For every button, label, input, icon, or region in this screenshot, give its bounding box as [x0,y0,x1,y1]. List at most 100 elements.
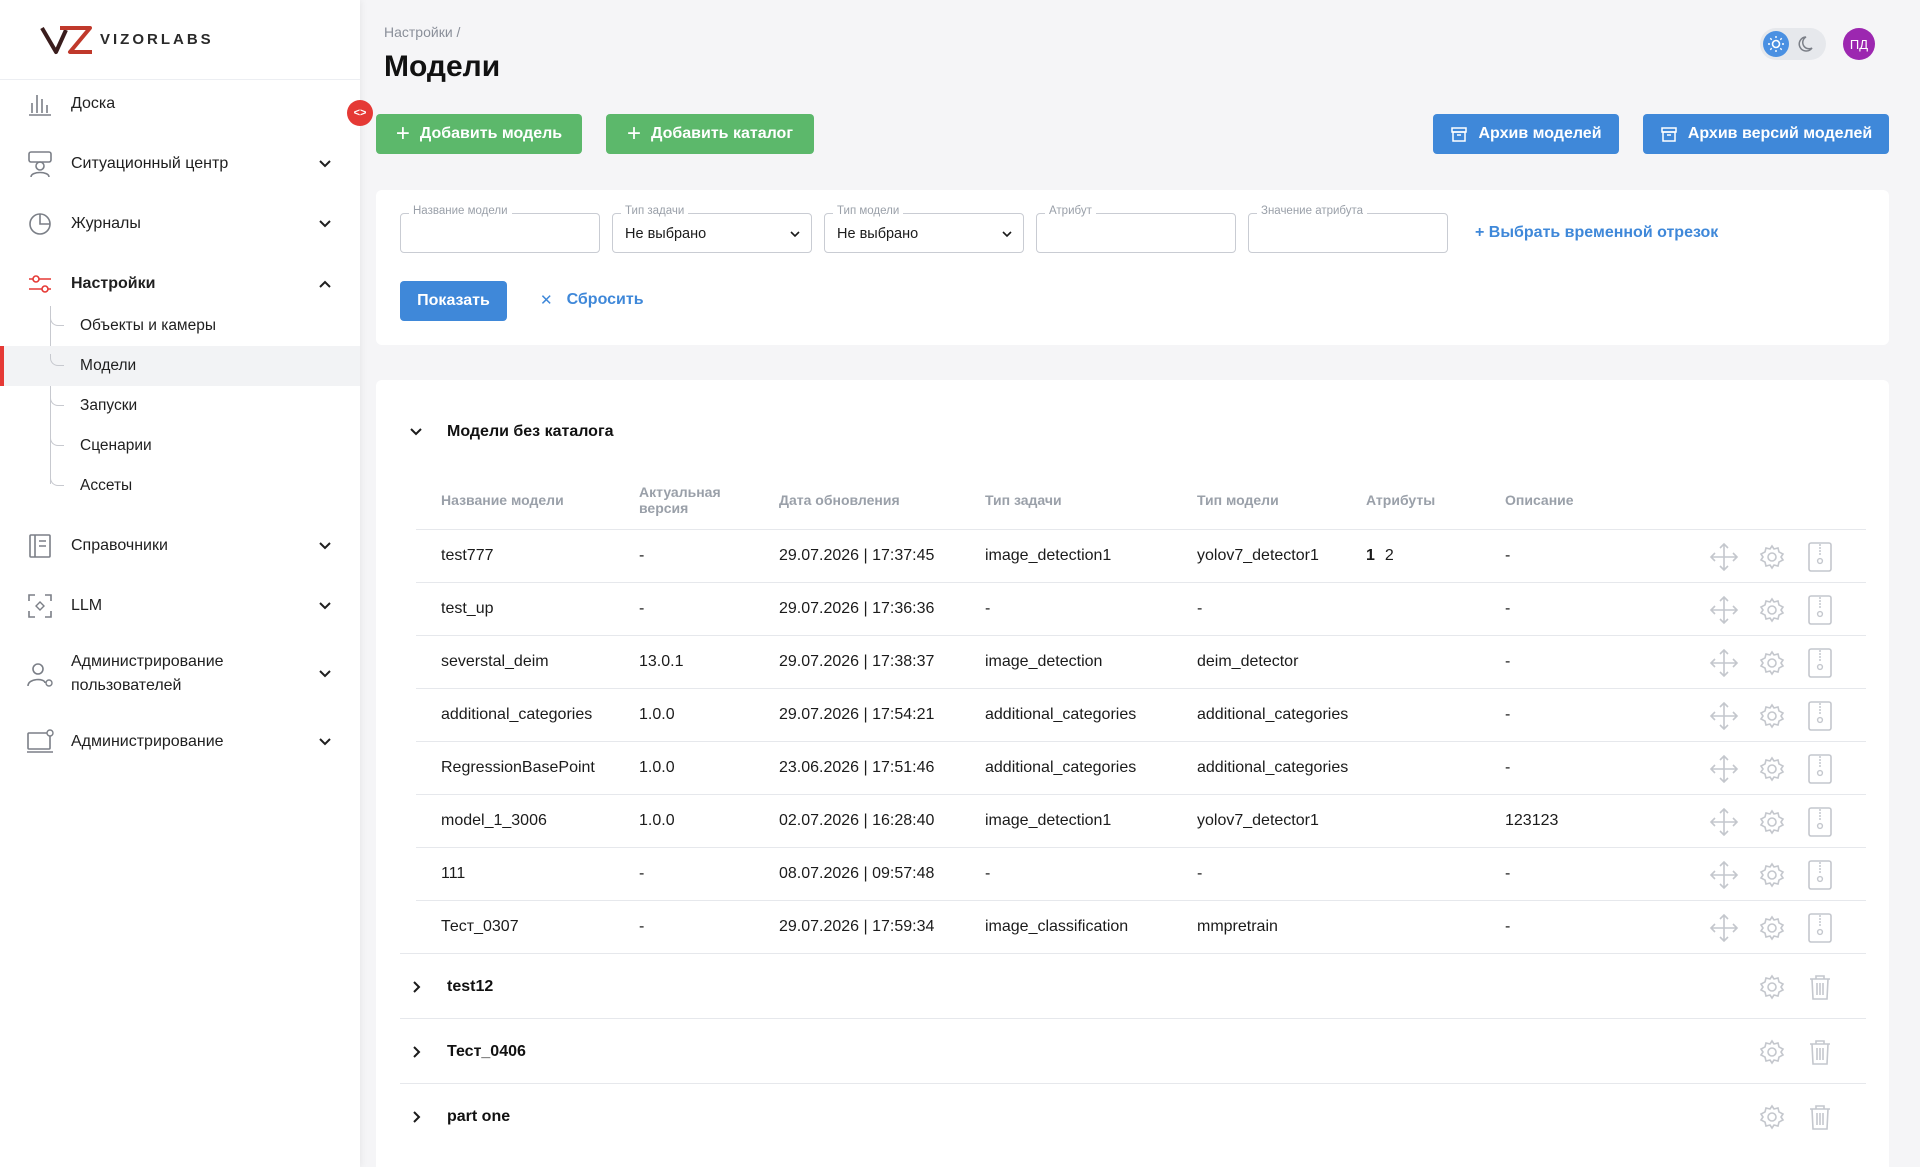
sidebar-subitem-assets[interactable]: Ассеты [0,466,360,506]
move-icon[interactable] [1708,859,1740,891]
chevron-right-icon[interactable] [409,1045,423,1059]
cell-task: - [985,865,991,882]
gear-icon[interactable] [1756,594,1788,626]
archive-file-icon[interactable] [1804,806,1836,838]
trash-icon[interactable] [1804,1036,1836,1068]
chevron-down-icon[interactable] [318,667,332,681]
model-name-field[interactable]: Название модели [400,205,600,253]
gear-icon[interactable] [1756,912,1788,944]
archive-file-icon[interactable] [1804,541,1836,573]
move-icon[interactable] [1708,700,1740,732]
task-type-select[interactable]: Тип задачи Не выбрано [612,205,812,253]
archive-file-icon[interactable] [1804,753,1836,785]
sidebar-subitem-runs[interactable]: Запуски [0,386,360,426]
cell-type: - [1197,865,1203,882]
trash-icon[interactable] [1804,971,1836,1003]
catalog-row[interactable]: part one [400,1083,1866,1148]
attr-badge[interactable]: 2 [1385,547,1394,564]
chevron-up-icon[interactable] [318,277,332,291]
trash-icon[interactable] [1804,1101,1836,1133]
chevron-down-icon [790,231,800,238]
attr-badge[interactable]: 1 [1366,547,1375,564]
gear-icon[interactable] [1756,753,1788,785]
cell-attrs [1366,918,1376,936]
breadcrumb[interactable]: Настройки / [384,24,460,40]
sidebar-subitem-objects-cameras[interactable]: Объекты и камеры [0,306,360,346]
logo[interactable]: VIZORLABS [0,0,360,80]
sidebar-item-journals[interactable]: Журналы [0,202,360,246]
cell-desc: - [1505,918,1511,935]
table-row[interactable]: Тест_0307 - 29.07.2026 | 17:59:34 image_cla… [416,900,1866,953]
move-icon[interactable] [1708,806,1740,838]
gear-icon[interactable] [1756,1101,1788,1133]
chevron-right-icon[interactable] [409,1110,423,1124]
chevron-down-icon[interactable] [318,217,332,231]
sidebar-item-label: Справочники [71,537,168,554]
move-icon[interactable] [1708,912,1740,944]
moon-icon[interactable] [1798,34,1818,54]
cell-task: image_classification [985,918,1129,935]
attribute-field[interactable]: Атрибут [1036,205,1236,253]
table-row[interactable]: model_1_3006 1.0.0 02.07.2026 | 16:28:40 im… [416,794,1866,847]
sidebar-subitem-models[interactable]: Модели [0,346,360,386]
archive-file-icon[interactable] [1804,912,1836,944]
sidebar-collapse-button[interactable]: <> [347,100,373,126]
cell-date: 23.06.2026 | 17:51:46 [779,759,935,776]
sidebar-item-label: Ситуационный центр [71,155,229,172]
cell-date: 29.07.2026 | 17:37:45 [779,547,935,564]
add-model-button[interactable]: + Добавить модель [376,114,582,154]
gear-icon[interactable] [1756,859,1788,891]
catalog-row[interactable]: test12 [400,953,1866,1018]
sidebar-item-llm[interactable]: LLM [0,584,360,628]
table-row[interactable]: test777 - 29.07.2026 | 17:37:45 image_detec… [416,529,1866,582]
sidebar-subitem-scenarios[interactable]: Сценарии [0,426,360,466]
sidebar-item-situation-center[interactable]: Ситуационный центр [0,142,360,186]
gear-icon[interactable] [1756,1036,1788,1068]
gear-icon[interactable] [1756,806,1788,838]
sun-icon[interactable] [1763,31,1789,57]
chevron-down-icon[interactable] [318,599,332,613]
sidebar-item-references[interactable]: Справочники [0,524,360,568]
table-row[interactable]: additional_categories 1.0.0 29.07.2026 | 1… [416,688,1866,741]
show-button[interactable]: Показать [400,281,507,321]
table-row[interactable]: severstal_deim 13.0.1 29.07.2026 | 17:38:3… [416,635,1866,688]
group-title-no-catalog[interactable]: Модели без каталога [447,423,614,441]
chevron-down-icon[interactable] [409,425,423,439]
cell-type: mmpretrain [1197,918,1278,935]
archive-file-icon[interactable] [1804,700,1836,732]
sidebar-item-dashboard[interactable]: Доска [0,82,360,126]
chevron-down-icon[interactable] [318,539,332,553]
sidebar-item-settings[interactable]: Настройки [0,262,360,306]
cell-version: 13.0.1 [639,653,684,670]
gear-icon[interactable] [1756,541,1788,573]
gear-icon[interactable] [1756,971,1788,1003]
chevron-down-icon[interactable] [318,735,332,749]
catalog-row[interactable]: Тест_0406 [400,1018,1866,1083]
move-icon[interactable] [1708,753,1740,785]
archive-file-icon[interactable] [1804,594,1836,626]
time-range-link[interactable]: + Выбрать временной отрезок [1475,224,1718,242]
move-icon[interactable] [1708,541,1740,573]
avatar[interactable]: ПД [1843,28,1875,60]
archive-file-icon[interactable] [1804,859,1836,891]
gear-icon[interactable] [1756,700,1788,732]
field-label: Тип модели [833,205,904,217]
versions-archive-button[interactable]: Архив версий моделей [1643,114,1889,154]
model-type-select[interactable]: Тип модели Не выбрано [824,205,1024,253]
gear-icon[interactable] [1756,647,1788,679]
table-row[interactable]: 111 - 08.07.2026 | 09:57:48 - - - [416,847,1866,900]
reset-button[interactable]: ✕ Сбросить [540,291,644,309]
models-archive-button[interactable]: Архив моделей [1433,114,1619,154]
table-row[interactable]: RegressionBasePoint 1.0.0 23.06.2026 | 17:… [416,741,1866,794]
table-row[interactable]: test_up - 29.07.2026 | 17:36:36 - - - [416,582,1866,635]
attribute-value-field[interactable]: Значение атрибута [1248,205,1448,253]
archive-file-icon[interactable] [1804,647,1836,679]
add-catalog-button[interactable]: + Добавить каталог [606,114,814,154]
sidebar-item-admin[interactable]: Администрирование [0,720,360,764]
chevron-down-icon[interactable] [318,157,332,171]
sidebar-item-user-admin[interactable]: Администрирование пользователей [0,640,360,708]
chevron-right-icon[interactable] [409,980,423,994]
theme-toggle[interactable] [1760,28,1826,60]
move-icon[interactable] [1708,594,1740,626]
move-icon[interactable] [1708,647,1740,679]
